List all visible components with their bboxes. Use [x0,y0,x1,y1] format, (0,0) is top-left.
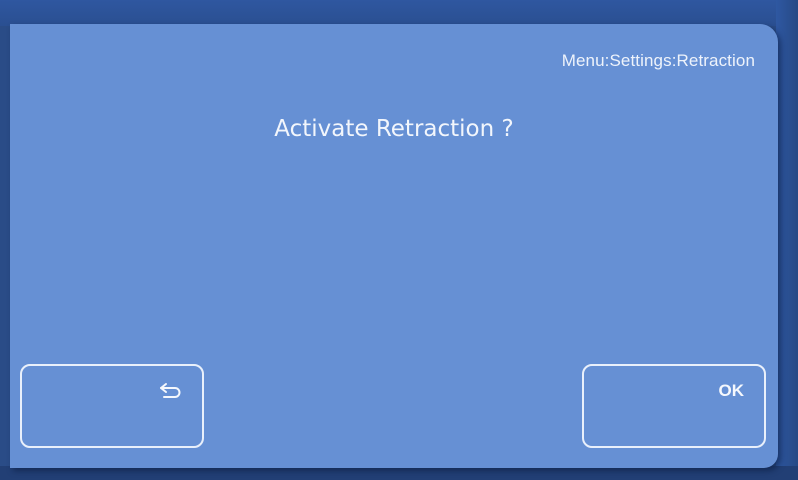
confirmation-prompt: Activate Retraction ? [274,116,514,142]
back-button[interactable] [20,364,204,448]
device-frame-top [0,0,798,26]
breadcrumb: Menu:Settings:Retraction [561,51,755,70]
ok-button-label: OK [718,381,745,400]
return-arrow-icon [160,383,181,398]
ok-button[interactable]: OK [582,364,766,448]
display-screen: Menu:Settings:Retraction Activate Retrac… [10,24,778,468]
device-frame-bottom [0,466,798,480]
device-frame-right [776,0,798,480]
